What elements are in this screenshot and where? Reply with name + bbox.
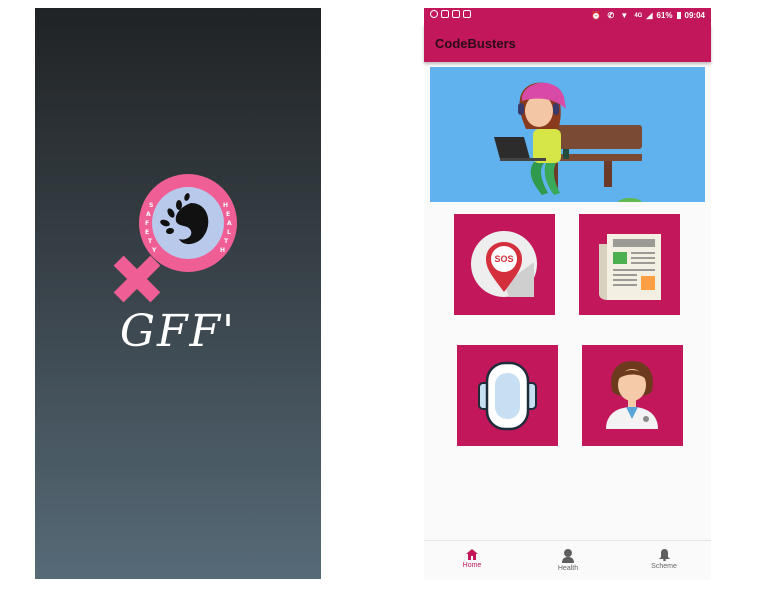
sanitary-pad-icon — [478, 361, 537, 431]
doctor-tile[interactable] — [582, 345, 683, 446]
battery-icon — [676, 12, 681, 19]
svg-text:E: E — [145, 229, 149, 236]
nav-home-label: Home — [462, 562, 482, 569]
sos-pin-icon: SOS — [471, 231, 537, 297]
svg-text:L: L — [227, 229, 231, 236]
svg-text:H: H — [223, 202, 228, 209]
battery-level: 61% — [656, 11, 673, 20]
nav-home[interactable]: Home — [424, 541, 520, 580]
status-bar: ⏰ ✆ ▼ 4G ◢ 61% 09:04 — [424, 8, 711, 24]
alarm-wifi-signal-icons: ⏰ ✆ ▼ — [591, 11, 631, 20]
newspaper-icon — [599, 234, 661, 300]
nav-scheme[interactable]: Scheme — [616, 541, 712, 580]
svg-text:H: H — [220, 247, 225, 254]
sos-label: SOS — [494, 254, 513, 264]
svg-text:A: A — [146, 211, 151, 218]
app-bar: CodeBusters — [424, 24, 711, 62]
sos-tile[interactable]: SOS — [454, 214, 555, 315]
nav-health-label: Health — [557, 565, 579, 572]
app-screen: ⏰ ✆ ▼ 4G ◢ 61% 09:04 CodeBusters SOS Hom… — [424, 8, 711, 580]
app-title: CodeBusters — [435, 36, 516, 51]
home-icon — [466, 549, 478, 560]
banner-illustration — [430, 67, 705, 202]
nav-scheme-label: Scheme — [651, 563, 677, 570]
notification-icons — [430, 10, 471, 18]
svg-text:Y: Y — [151, 247, 157, 254]
svg-text:E: E — [226, 211, 230, 218]
person-icon — [562, 549, 574, 563]
girl-on-bench-illustration — [494, 82, 642, 202]
news-tile[interactable] — [579, 214, 680, 315]
svg-text:F: F — [145, 220, 149, 227]
whatsapp-icon — [430, 10, 438, 18]
clock: 09:04 — [684, 11, 705, 20]
bell-icon — [658, 549, 670, 561]
gallery-icon — [452, 10, 460, 18]
message-icon — [463, 10, 471, 18]
gff-logo-icon: SAF ETY HEA LTH — [113, 174, 237, 303]
svg-text:S: S — [149, 202, 153, 209]
nav-health[interactable]: Health — [520, 541, 616, 580]
network-type: 4G — [634, 12, 643, 19]
status-right: ⏰ ✆ ▼ 4G ◢ 61% 09:04 — [591, 11, 705, 20]
signal-icon: ◢ — [646, 11, 653, 20]
doctor-icon — [606, 361, 658, 429]
bottom-navigation: Home Health Scheme — [424, 540, 711, 580]
splash-screen: SAF ETY HEA LTH GFF' — [35, 8, 321, 579]
splash-title: GFF' — [119, 306, 237, 357]
flipboard-icon — [441, 10, 449, 18]
svg-text:A: A — [227, 220, 232, 227]
sanitary-pad-tile[interactable] — [457, 345, 558, 446]
